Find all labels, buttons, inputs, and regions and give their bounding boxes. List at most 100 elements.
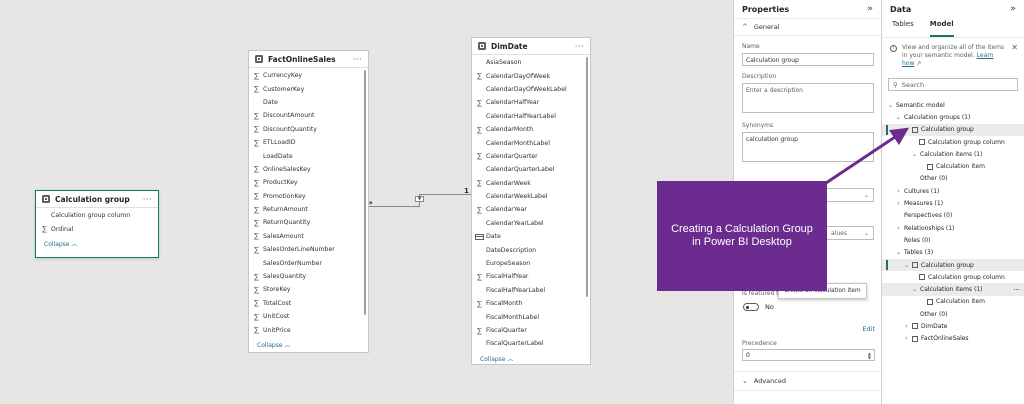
field-row[interactable]: CalendarQuarterLabel: [475, 163, 590, 176]
tree-node-factonlinesales[interactable]: › FactOnlineSales: [882, 333, 1024, 345]
field-row[interactable]: ∑ CustomerKey: [252, 82, 368, 95]
tree-node-roles[interactable]: Roles (0): [882, 234, 1024, 246]
field-row[interactable]: ∑ StoreKey: [252, 283, 368, 296]
tree-node-calculation-groups[interactable]: ⌄ Calculation groups (1): [882, 111, 1024, 123]
table-card-header[interactable]: Calculation group ···: [36, 191, 158, 208]
relationship-line[interactable]: [369, 206, 419, 207]
tree-node-tables[interactable]: ⌄ Tables (3): [882, 247, 1024, 259]
collapse-button[interactable]: Collapse ︿: [472, 351, 590, 363]
field-row[interactable]: ∑ DiscountAmount: [252, 109, 368, 122]
edit-link[interactable]: Edit: [862, 325, 875, 333]
tree-node-table-calculation-item[interactable]: Calculation item: [882, 296, 1024, 308]
tree-node-table-calculation-items[interactable]: ⌄ Calculation items (1) ···: [882, 283, 1024, 296]
field-row[interactable]: ∑ UnitPrice: [252, 323, 368, 336]
field-row[interactable]: ∑ UnitCost: [252, 310, 368, 323]
field-row[interactable]: ∑ ProductKey: [252, 176, 368, 189]
field-row[interactable]: ∑ Ordinal: [40, 222, 158, 235]
field-row[interactable]: ∑ TotalCost: [252, 297, 368, 310]
general-section-header[interactable]: ^ General: [734, 18, 881, 36]
tree-node-relationships[interactable]: › Relationships (1): [882, 222, 1024, 234]
name-input[interactable]: Calculation group: [742, 53, 874, 66]
field-row[interactable]: Date: [252, 96, 368, 109]
field-row[interactable]: EuropeSeason: [475, 257, 590, 270]
field-row[interactable]: ∑ CalendarWeek: [475, 177, 590, 190]
field-row[interactable]: CalendarHalfYearLabel: [475, 110, 590, 123]
stepper-arrows-icon[interactable]: ▲ ▼: [868, 352, 871, 360]
field-row[interactable]: ∑ CalendarMonth: [475, 123, 590, 136]
tree-node-calculation-item[interactable]: Calculation item: [882, 160, 1024, 172]
table-card-header[interactable]: DimDate ···: [472, 38, 590, 55]
scrollbar[interactable]: [586, 57, 588, 297]
factonlinesales-table-card[interactable]: FactOnlineSales ··· ∑ CurrencyKey ∑ Custome…: [248, 50, 369, 353]
more-options-icon[interactable]: ···: [1013, 286, 1020, 294]
field-row[interactable]: AsiaSeason: [475, 56, 590, 69]
advanced-section-header[interactable]: ⌄ Advanced: [734, 371, 881, 391]
tree-node-table-calculation-group[interactable]: ⌄ Calculation group: [882, 258, 1024, 272]
search-input[interactable]: ⚲ Search: [888, 78, 1018, 91]
field-row[interactable]: FiscalMonthLabel: [475, 310, 590, 323]
sigma-icon: ∑: [254, 272, 259, 281]
field-row[interactable]: ∑ SalesAmount: [252, 230, 368, 243]
field-row[interactable]: ∑ DiscountQuantity: [252, 123, 368, 136]
field-row[interactable]: ∑ ReturnAmount: [252, 203, 368, 216]
tree-node-dimdate[interactable]: › DimDate: [882, 320, 1024, 332]
tab-model[interactable]: Model: [929, 20, 954, 37]
field-row[interactable]: CalendarWeekLabel: [475, 190, 590, 203]
more-options-icon[interactable]: ···: [143, 195, 152, 204]
field-row[interactable]: ∑ PromotionKey: [252, 190, 368, 203]
tree-node-perspectives[interactable]: Perspectives (0): [882, 210, 1024, 222]
field-row[interactable]: ∑ FiscalMonth: [475, 297, 590, 310]
collapse-button[interactable]: Collapse ︿: [249, 337, 368, 349]
tree-node-table-other[interactable]: Other (0): [882, 308, 1024, 320]
field-row[interactable]: ∑ SalesOrderLineNumber: [252, 243, 368, 256]
field-row[interactable]: Date: [475, 230, 590, 243]
field-row[interactable]: CalendarMonthLabel: [475, 136, 590, 149]
calculation-group-table-card[interactable]: Calculation group ··· Calculation group …: [35, 190, 159, 258]
tree-node-calculation-group[interactable]: ⌄ Calculation group: [882, 123, 1024, 136]
tree-node-calculation-items[interactable]: ⌄ Calculation items (1): [882, 148, 1024, 160]
tree-node-semantic-model[interactable]: ⌄ Semantic model: [882, 99, 1024, 111]
close-icon[interactable]: ✕: [1011, 44, 1018, 68]
filter-direction-icon[interactable]: ▼: [415, 196, 424, 202]
field-row[interactable]: ∑ CalendarHalfYear: [475, 96, 590, 109]
precedence-stepper[interactable]: 0 ▲ ▼: [742, 349, 875, 361]
more-options-icon[interactable]: ···: [353, 55, 362, 64]
collapse-pane-icon[interactable]: »: [1010, 4, 1016, 14]
more-options-icon[interactable]: ···: [575, 42, 584, 51]
tree-node-table-calculation-group-column[interactable]: Calculation group column: [882, 271, 1024, 283]
field-row[interactable]: FiscalQuarterLabel: [475, 337, 590, 350]
field-row[interactable]: SalesOrderNumber: [252, 256, 368, 269]
field-row[interactable]: LoadDate: [252, 149, 368, 162]
field-row[interactable]: DateDescription: [475, 243, 590, 256]
dimdate-table-card[interactable]: DimDate ··· AsiaSeason ∑ CalendarDayOfWeek…: [471, 37, 591, 365]
featured-toggle[interactable]: [743, 303, 759, 311]
dropdown[interactable]: ⌄: [826, 188, 874, 202]
field-row[interactable]: ∑ CalendarQuarter: [475, 150, 590, 163]
field-row[interactable]: ∑ OnlineSalesKey: [252, 163, 368, 176]
field-row[interactable]: ∑ SalesQuantity: [252, 270, 368, 283]
field-row[interactable]: FiscalHalfYearLabel: [475, 284, 590, 297]
tree-node-measures[interactable]: › Measures (1): [882, 197, 1024, 209]
field-row[interactable]: ∑ CurrencyKey: [252, 69, 368, 82]
field-row[interactable]: CalendarYearLabel: [475, 217, 590, 230]
description-input[interactable]: Enter a description: [742, 83, 874, 113]
tree-node-cultures[interactable]: › Cultures (1): [882, 185, 1024, 197]
field-row[interactable]: Calculation group column: [40, 209, 158, 222]
collapse-pane-icon[interactable]: »: [867, 4, 873, 14]
field-row[interactable]: ∑ CalendarYear: [475, 203, 590, 216]
synonyms-input[interactable]: calculation group: [742, 132, 874, 162]
field-row[interactable]: ∑ FiscalHalfYear: [475, 270, 590, 283]
tree-node-calculation-group-column[interactable]: Calculation group column: [882, 136, 1024, 148]
tree-node-other[interactable]: Other (0): [882, 173, 1024, 185]
field-row[interactable]: ∑ FiscalQuarter: [475, 324, 590, 337]
field-row[interactable]: ∑ CalendarDayOfWeek: [475, 69, 590, 82]
field-row[interactable]: ∑ ETLLoadID: [252, 136, 368, 149]
field-row[interactable]: ∑ ReturnQuantity: [252, 216, 368, 229]
dropdown[interactable]: alues ⌄: [826, 226, 874, 240]
scrollbar[interactable]: [364, 70, 366, 315]
collapse-button[interactable]: Collapse ︿: [36, 236, 158, 248]
tab-tables[interactable]: Tables: [892, 20, 914, 37]
table-card-header[interactable]: FactOnlineSales ···: [249, 51, 368, 68]
model-canvas[interactable]: Calculation group ··· Calculation group …: [0, 0, 733, 404]
field-row[interactable]: CalendarDayOfWeekLabel: [475, 83, 590, 96]
